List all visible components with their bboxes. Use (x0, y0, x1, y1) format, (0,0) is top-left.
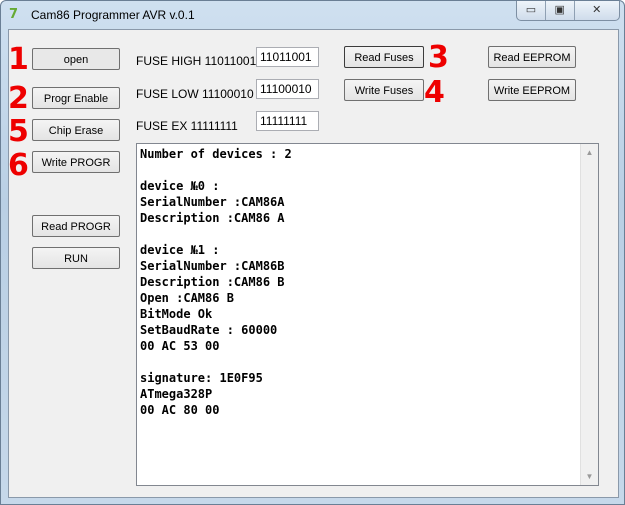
fuse-low-label: FUSE LOW 11100010 (136, 87, 254, 101)
window-title: Cam86 Programmer AVR v.0.1 (31, 8, 195, 22)
annotation-5: 5 (8, 114, 29, 149)
annotation-6: 6 (8, 148, 29, 183)
write-eeprom-button[interactable]: Write EEPROM (488, 79, 576, 101)
read-progr-button[interactable]: Read PROGR (32, 215, 120, 237)
vertical-scrollbar[interactable]: ▲ ▼ (580, 144, 598, 485)
run-button[interactable]: RUN (32, 247, 120, 269)
annotation-4: 4 (424, 75, 445, 110)
maximize-button[interactable]: ▣ (546, 1, 575, 20)
read-fuses-button[interactable]: Read Fuses (344, 46, 424, 68)
fuse-high-input[interactable] (256, 47, 319, 67)
fuse-low-input[interactable] (256, 79, 319, 99)
log-output[interactable]: Number of devices : 2 device №0 : Serial… (136, 143, 599, 486)
scroll-up-icon[interactable]: ▲ (581, 148, 598, 157)
close-button[interactable]: ✕ (575, 1, 619, 20)
fuse-ex-input[interactable] (256, 111, 319, 131)
annotation-3: 3 (428, 40, 449, 75)
open-button[interactable]: open (32, 48, 120, 70)
app-icon: 7 (9, 7, 19, 22)
fuse-high-label: FUSE HIGH 11011001 (136, 54, 257, 68)
annotation-1: 1 (8, 42, 29, 77)
write-progr-button[interactable]: Write PROGR (32, 151, 120, 173)
read-eeprom-button[interactable]: Read EEPROM (488, 46, 576, 68)
progr-enable-button[interactable]: Progr Enable (32, 87, 120, 109)
log-text: Number of devices : 2 device №0 : Serial… (140, 147, 292, 417)
minimize-button[interactable]: ▭ (517, 1, 546, 20)
caption-buttons: ▭ ▣ ✕ (516, 1, 620, 21)
chip-erase-button[interactable]: Chip Erase (32, 119, 120, 141)
scroll-down-icon[interactable]: ▼ (581, 472, 598, 481)
annotation-2: 2 (8, 81, 29, 116)
fuse-ex-label: FUSE EX 11111111 (136, 119, 238, 133)
write-fuses-button[interactable]: Write Fuses (344, 79, 424, 101)
